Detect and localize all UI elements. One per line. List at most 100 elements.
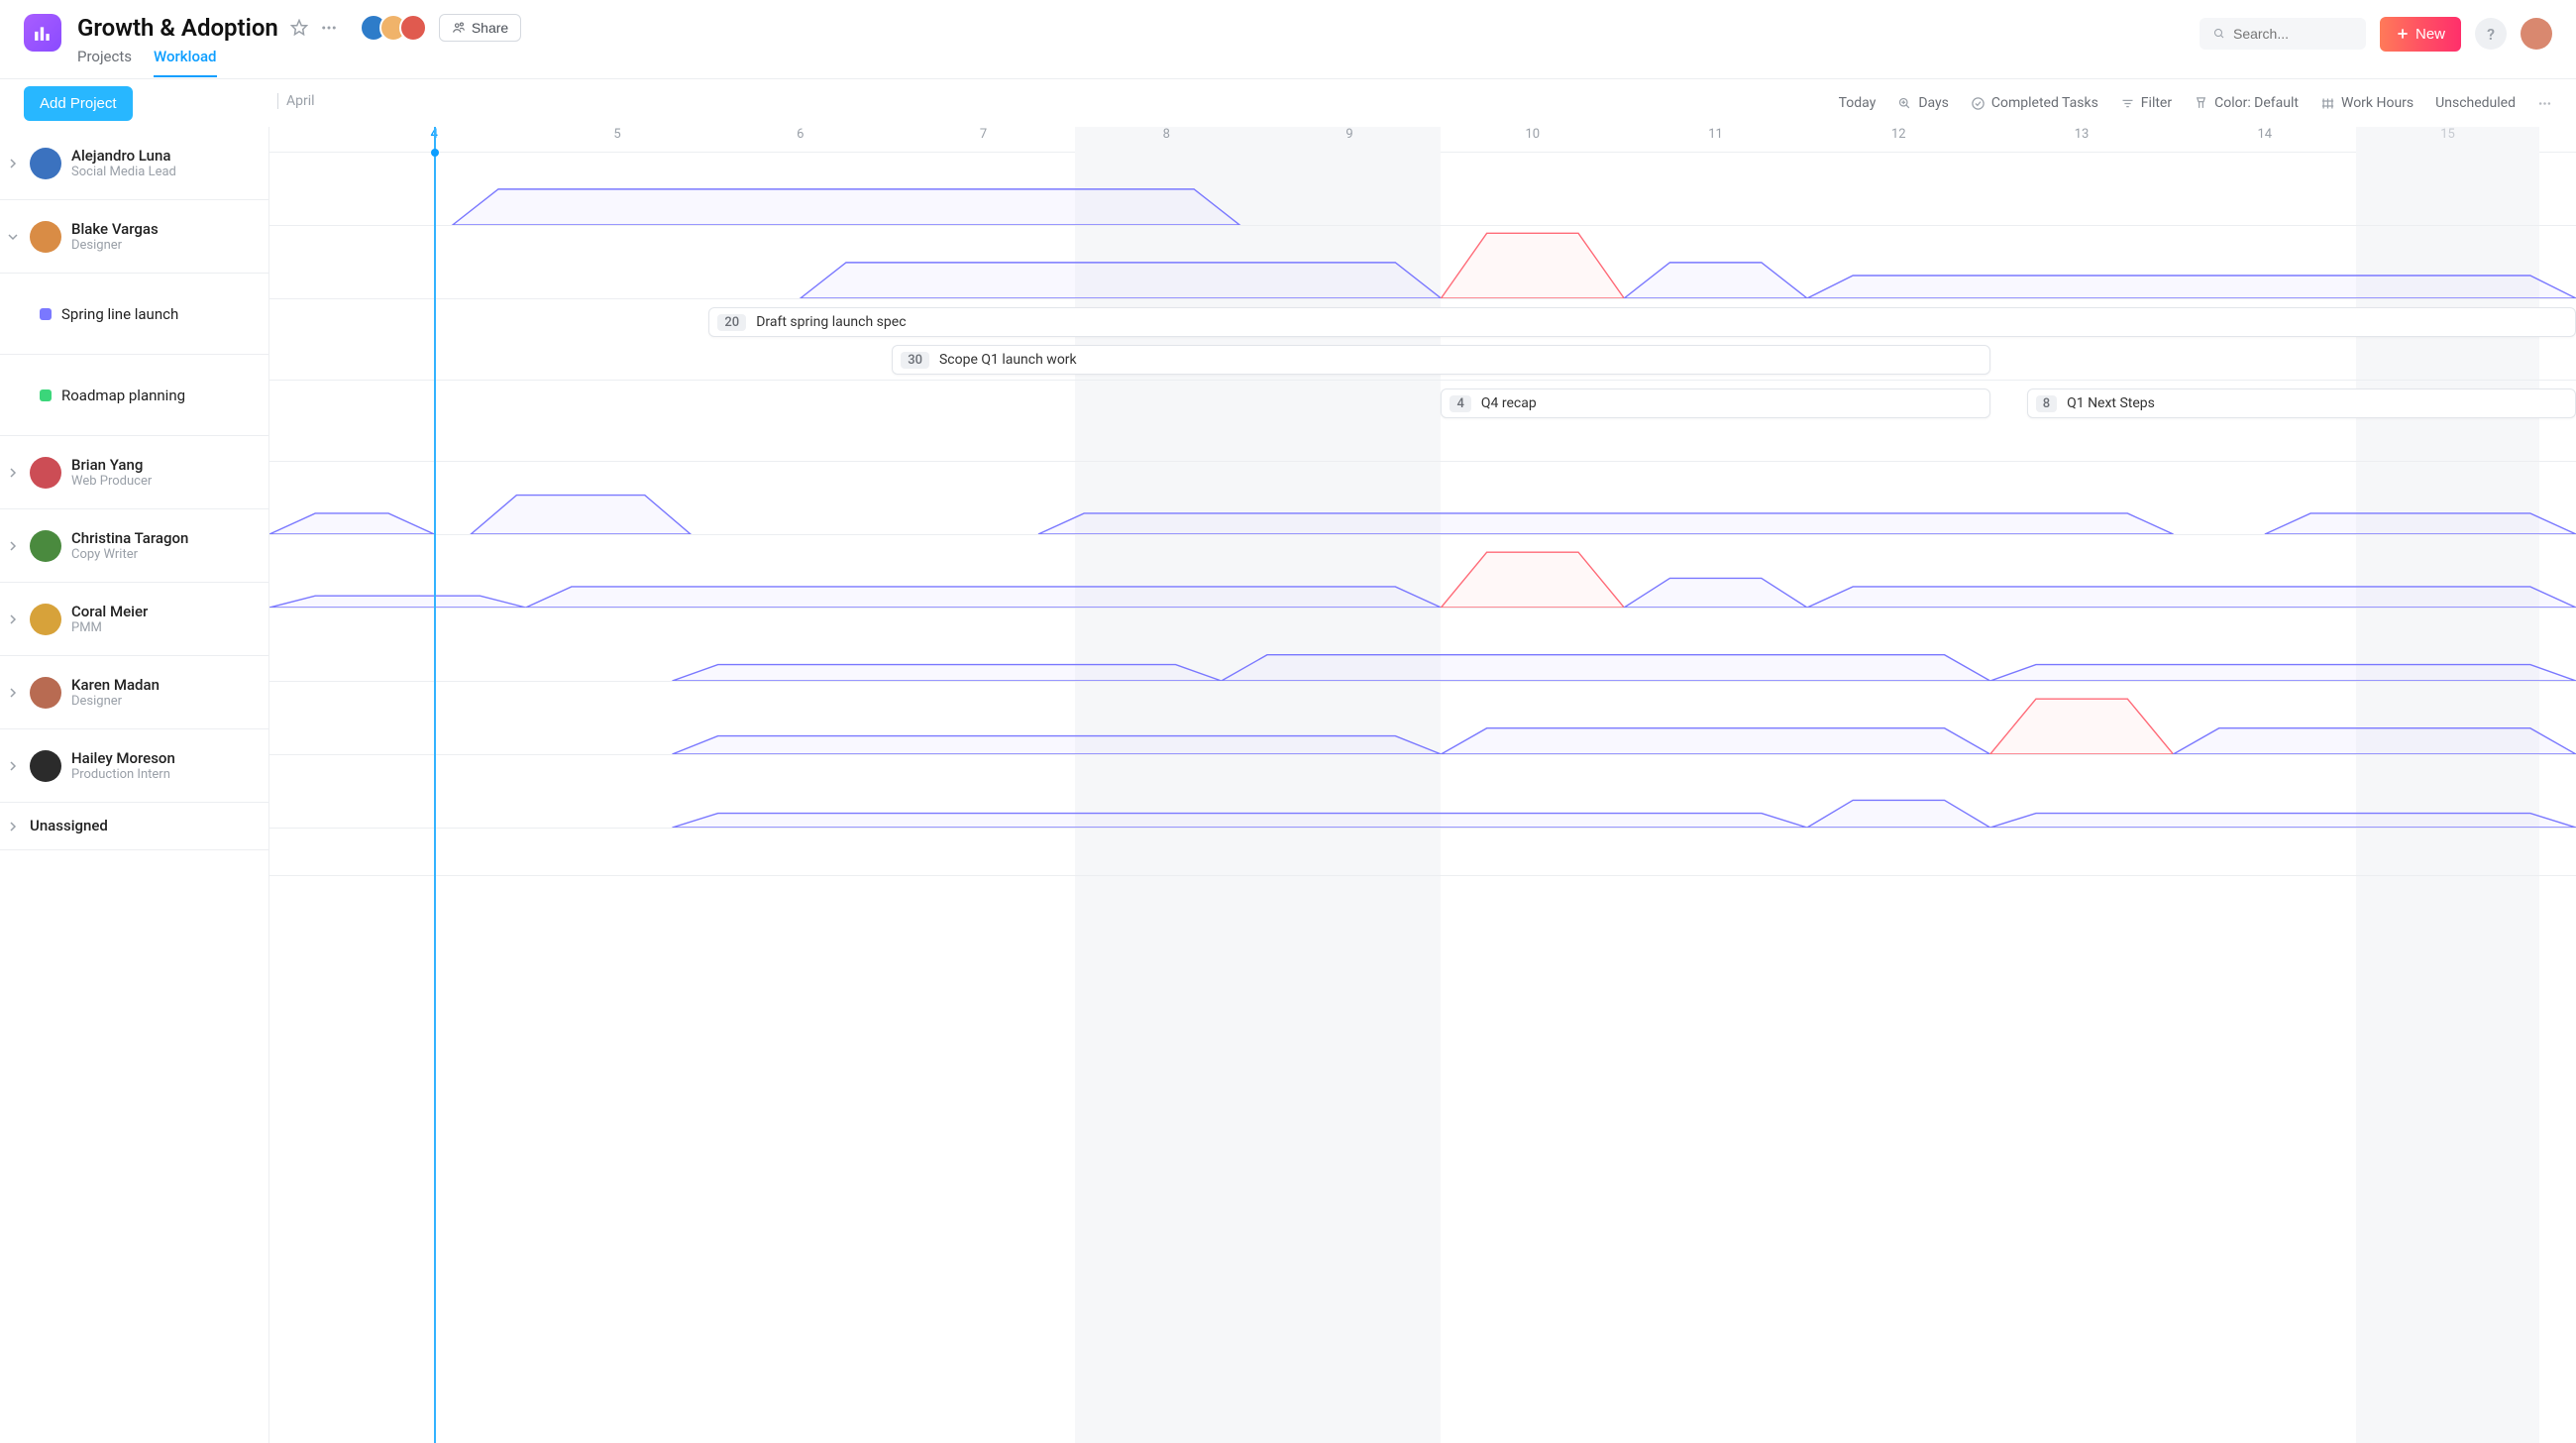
portfolio-icon: [24, 14, 61, 52]
chevron-right-icon[interactable]: [6, 159, 20, 168]
avatar: [30, 148, 61, 179]
task-label: Draft spring launch spec: [756, 314, 906, 330]
plus-icon: [2396, 27, 2410, 41]
day-column[interactable]: 7: [892, 127, 1075, 152]
timeline-lane[interactable]: [269, 153, 2576, 226]
sidebar: Alejandro LunaSocial Media LeadBlake Var…: [0, 127, 269, 1443]
avatar: [30, 677, 61, 709]
sidebar-unassigned-row[interactable]: Unassigned: [0, 803, 268, 850]
person-name: Blake Vargas: [71, 220, 159, 239]
workload-curve: [269, 535, 2576, 608]
month-label: April: [277, 93, 315, 109]
project-chip: [40, 389, 52, 401]
sidebar-person-row[interactable]: Karen MadanDesigner: [0, 656, 268, 729]
add-project-button[interactable]: Add Project: [24, 86, 133, 121]
timeline-lane[interactable]: [269, 535, 2576, 609]
person-role: Designer: [71, 694, 160, 709]
check-circle-icon: [1971, 96, 1986, 111]
sidebar-person-row[interactable]: Blake VargasDesigner: [0, 200, 268, 274]
task-bar[interactable]: 20Draft spring launch spec: [708, 307, 2576, 337]
timeline-lane[interactable]: [269, 462, 2576, 535]
more-icon[interactable]: [320, 19, 338, 37]
avatar[interactable]: [399, 14, 427, 42]
completed-tasks-button[interactable]: Completed Tasks: [1971, 95, 2098, 111]
today-button[interactable]: Today: [1839, 95, 1877, 111]
day-column[interactable]: 8: [1075, 127, 1258, 152]
share-button[interactable]: Share: [439, 14, 521, 42]
chevron-right-icon[interactable]: [6, 468, 20, 478]
chevron-right-icon[interactable]: [6, 541, 20, 551]
toolbar-more-icon[interactable]: [2537, 96, 2552, 111]
task-badge: 8: [2036, 395, 2057, 412]
star-icon[interactable]: [290, 19, 308, 37]
person-name: Brian Yang: [71, 456, 152, 475]
task-badge: 30: [901, 352, 929, 369]
timeline-lane[interactable]: 4Q4 recap 8Q1 Next Steps: [269, 381, 2576, 462]
sidebar-person-row[interactable]: Christina TaragonCopy Writer: [0, 509, 268, 583]
chevron-right-icon[interactable]: [6, 761, 20, 771]
filter-button[interactable]: Filter: [2120, 95, 2172, 111]
person-name: Hailey Moreson: [71, 749, 175, 768]
person-name: Christina Taragon: [71, 529, 188, 548]
workload-curve: [269, 226, 2576, 298]
zoom-icon: [1897, 96, 1912, 111]
day-column[interactable]: 15: [2356, 127, 2539, 152]
task-bar[interactable]: 4Q4 recap: [1441, 388, 1989, 418]
sidebar-person-row[interactable]: Coral MeierPMM: [0, 583, 268, 656]
timeline-lane[interactable]: [269, 682, 2576, 755]
day-column[interactable]: 14: [2173, 127, 2356, 152]
day-column[interactable]: 13: [1990, 127, 2174, 152]
help-button[interactable]: ?: [2475, 18, 2507, 50]
day-column[interactable]: 11: [1624, 127, 1807, 152]
me-avatar[interactable]: [2521, 18, 2552, 50]
chevron-right-icon[interactable]: [6, 822, 20, 832]
toolbar: Add Project April Today Days Completed T…: [0, 79, 2576, 127]
sidebar-person-row[interactable]: Brian YangWeb Producer: [0, 436, 268, 509]
timeline-lane[interactable]: [269, 755, 2576, 829]
timeline[interactable]: 45678910111213141520Draft spring launch …: [269, 127, 2576, 1443]
search-box[interactable]: [2200, 18, 2366, 50]
zoom-days-button[interactable]: Days: [1897, 95, 1949, 111]
app-header: Growth & Adoption Share Projects Workloa…: [0, 0, 2576, 79]
unscheduled-button[interactable]: Unscheduled: [2435, 95, 2516, 111]
tabs: Projects Workload: [77, 48, 521, 77]
day-column[interactable]: 9: [1258, 127, 1442, 152]
avatar: [30, 457, 61, 489]
collaborator-avatars[interactable]: [360, 14, 427, 42]
new-label: New: [2415, 26, 2445, 43]
new-button[interactable]: New: [2380, 17, 2461, 52]
task-bar[interactable]: 8Q1 Next Steps: [2027, 388, 2576, 418]
person-role: Social Media Lead: [71, 165, 176, 179]
timeline-lane[interactable]: [269, 609, 2576, 682]
chevron-right-icon[interactable]: [6, 688, 20, 698]
project-name: Roadmap planning: [61, 387, 185, 404]
work-hours-button[interactable]: Work Hours: [2320, 95, 2414, 111]
task-bar[interactable]: 30Scope Q1 launch work: [892, 345, 1990, 375]
avatar: [30, 604, 61, 635]
timeline-lane[interactable]: [269, 226, 2576, 299]
color-icon: [2194, 96, 2208, 111]
tab-projects[interactable]: Projects: [77, 48, 132, 77]
sidebar-project-row[interactable]: Spring line launch: [0, 274, 268, 355]
day-column[interactable]: 6: [708, 127, 892, 152]
tab-workload[interactable]: Workload: [154, 48, 217, 77]
timeline-lane[interactable]: [269, 829, 2576, 876]
sidebar-person-row[interactable]: Hailey MoresonProduction Intern: [0, 729, 268, 803]
color-button[interactable]: Color: Default: [2194, 95, 2299, 111]
search-icon: [2213, 27, 2225, 41]
search-input[interactable]: [2233, 26, 2352, 42]
day-column[interactable]: 12: [1807, 127, 1990, 152]
unassigned-label: Unassigned: [30, 817, 108, 835]
workload-curve: [269, 682, 2576, 754]
day-column[interactable]: 5: [526, 127, 709, 152]
day-column[interactable]: 10: [1441, 127, 1624, 152]
sidebar-person-row[interactable]: Alejandro LunaSocial Media Lead: [0, 127, 268, 200]
person-role: Web Producer: [71, 474, 152, 489]
timeline-lane[interactable]: 20Draft spring launch spec 30Scope Q1 lau…: [269, 299, 2576, 381]
sidebar-project-row[interactable]: Roadmap planning: [0, 355, 268, 436]
chevron-right-icon[interactable]: [6, 614, 20, 624]
person-name: Karen Madan: [71, 676, 160, 695]
task-badge: 4: [1449, 395, 1470, 412]
workload-curve: [269, 609, 2576, 681]
chevron-down-icon[interactable]: [6, 232, 20, 242]
